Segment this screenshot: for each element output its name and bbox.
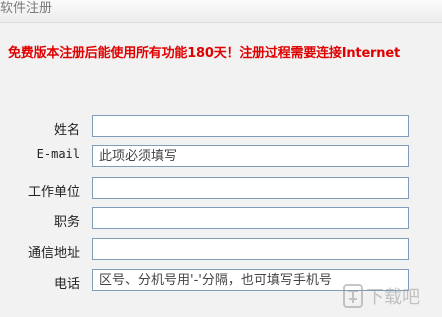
email-row: E-mail	[0, 145, 442, 171]
company-input[interactable]	[92, 177, 409, 199]
email-label: E-mail	[36, 147, 80, 161]
name-input[interactable]	[92, 115, 409, 137]
position-label: 职务	[53, 215, 80, 230]
address-label: 通信地址	[27, 246, 80, 261]
position-row: 职务	[0, 207, 442, 233]
address-input[interactable]	[92, 238, 409, 260]
window-title: 软件注册	[0, 1, 53, 16]
phone-label: 电话	[53, 277, 80, 292]
name-label: 姓名	[53, 123, 80, 138]
phone-input[interactable]	[92, 269, 409, 291]
phone-row: 电话	[0, 269, 442, 295]
name-row: 姓名	[0, 115, 442, 141]
address-row: 通信地址	[0, 238, 442, 264]
email-input[interactable]	[92, 145, 409, 167]
company-row: 工作单位	[0, 177, 442, 203]
position-input[interactable]	[92, 207, 409, 229]
company-label: 工作单位	[27, 185, 80, 200]
registration-notice: 免费版本注册后能使用所有功能180天！注册过程需要连接Internet	[8, 46, 400, 61]
window-titlebar: 软件注册	[0, 0, 442, 23]
